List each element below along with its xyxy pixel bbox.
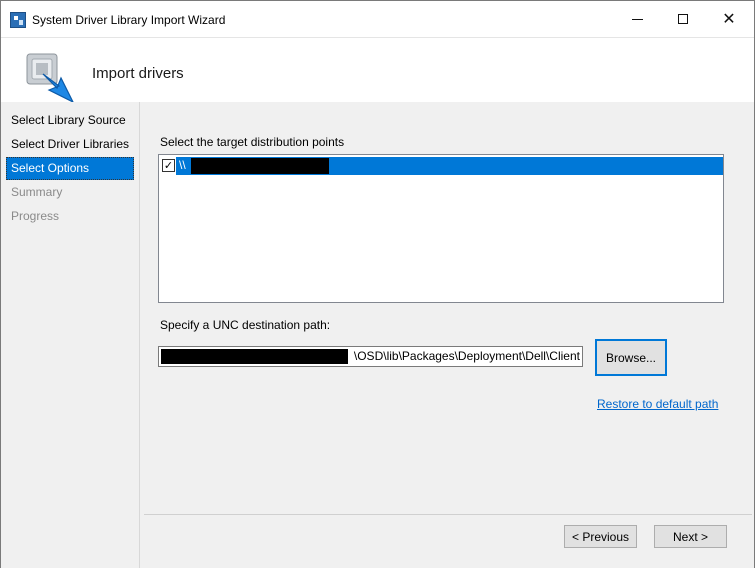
minimize-icon — [631, 18, 643, 20]
step-select-library-source[interactable]: Select Library Source — [6, 109, 134, 132]
list-item[interactable]: ✓ \\ — [160, 157, 723, 175]
window-title: System Driver Library Import Wizard — [32, 13, 226, 27]
redacted-server-name — [191, 158, 329, 174]
app-icon — [10, 12, 26, 28]
maximize-button[interactable] — [660, 1, 706, 37]
footer-divider — [144, 514, 752, 515]
title-bar: System Driver Library Import Wizard ✕ — [1, 1, 754, 37]
minimize-button[interactable] — [614, 1, 660, 37]
step-summary: Summary — [11, 185, 63, 199]
close-button[interactable]: ✕ — [706, 1, 752, 37]
unc-path-label: Specify a UNC destination path: — [160, 318, 331, 332]
page-title: Import drivers — [92, 65, 184, 82]
distribution-point-name: \\ — [179, 158, 186, 172]
step-progress: Progress — [11, 209, 60, 223]
wizard-header: Import drivers — [1, 37, 754, 104]
close-icon: ✕ — [722, 9, 736, 28]
next-button[interactable]: Next > — [654, 525, 727, 548]
redacted-path-prefix — [161, 349, 348, 364]
distribution-points-list[interactable]: ✓ \\ — [158, 154, 724, 303]
unc-path-input[interactable]: \OSD\lib\Packages\Deployment\Dell\Client — [158, 346, 583, 367]
unc-path-value: \OSD\lib\Packages\Deployment\Dell\Client — [353, 349, 580, 363]
driver-import-arrow-icon — [26, 53, 75, 104]
browse-button[interactable]: Browse... — [595, 339, 667, 376]
wizard-content: Select the target distribution points ✓ … — [139, 102, 754, 568]
wizard-window: System Driver Library Import Wizard ✕ Im… — [0, 0, 755, 568]
wizard-steps-sidebar: Select Library Source Select Driver Libr… — [1, 102, 139, 568]
distribution-points-label: Select the target distribution points — [160, 135, 345, 149]
step-select-driver-libraries[interactable]: Select Driver Libraries — [6, 133, 134, 156]
distribution-point-checkbox[interactable]: ✓ — [162, 159, 175, 172]
restore-default-path-link[interactable]: Restore to default path — [597, 397, 718, 411]
step-select-options[interactable]: Select Options — [6, 157, 134, 180]
maximize-icon — [678, 14, 688, 24]
previous-button[interactable]: < Previous — [564, 525, 637, 548]
